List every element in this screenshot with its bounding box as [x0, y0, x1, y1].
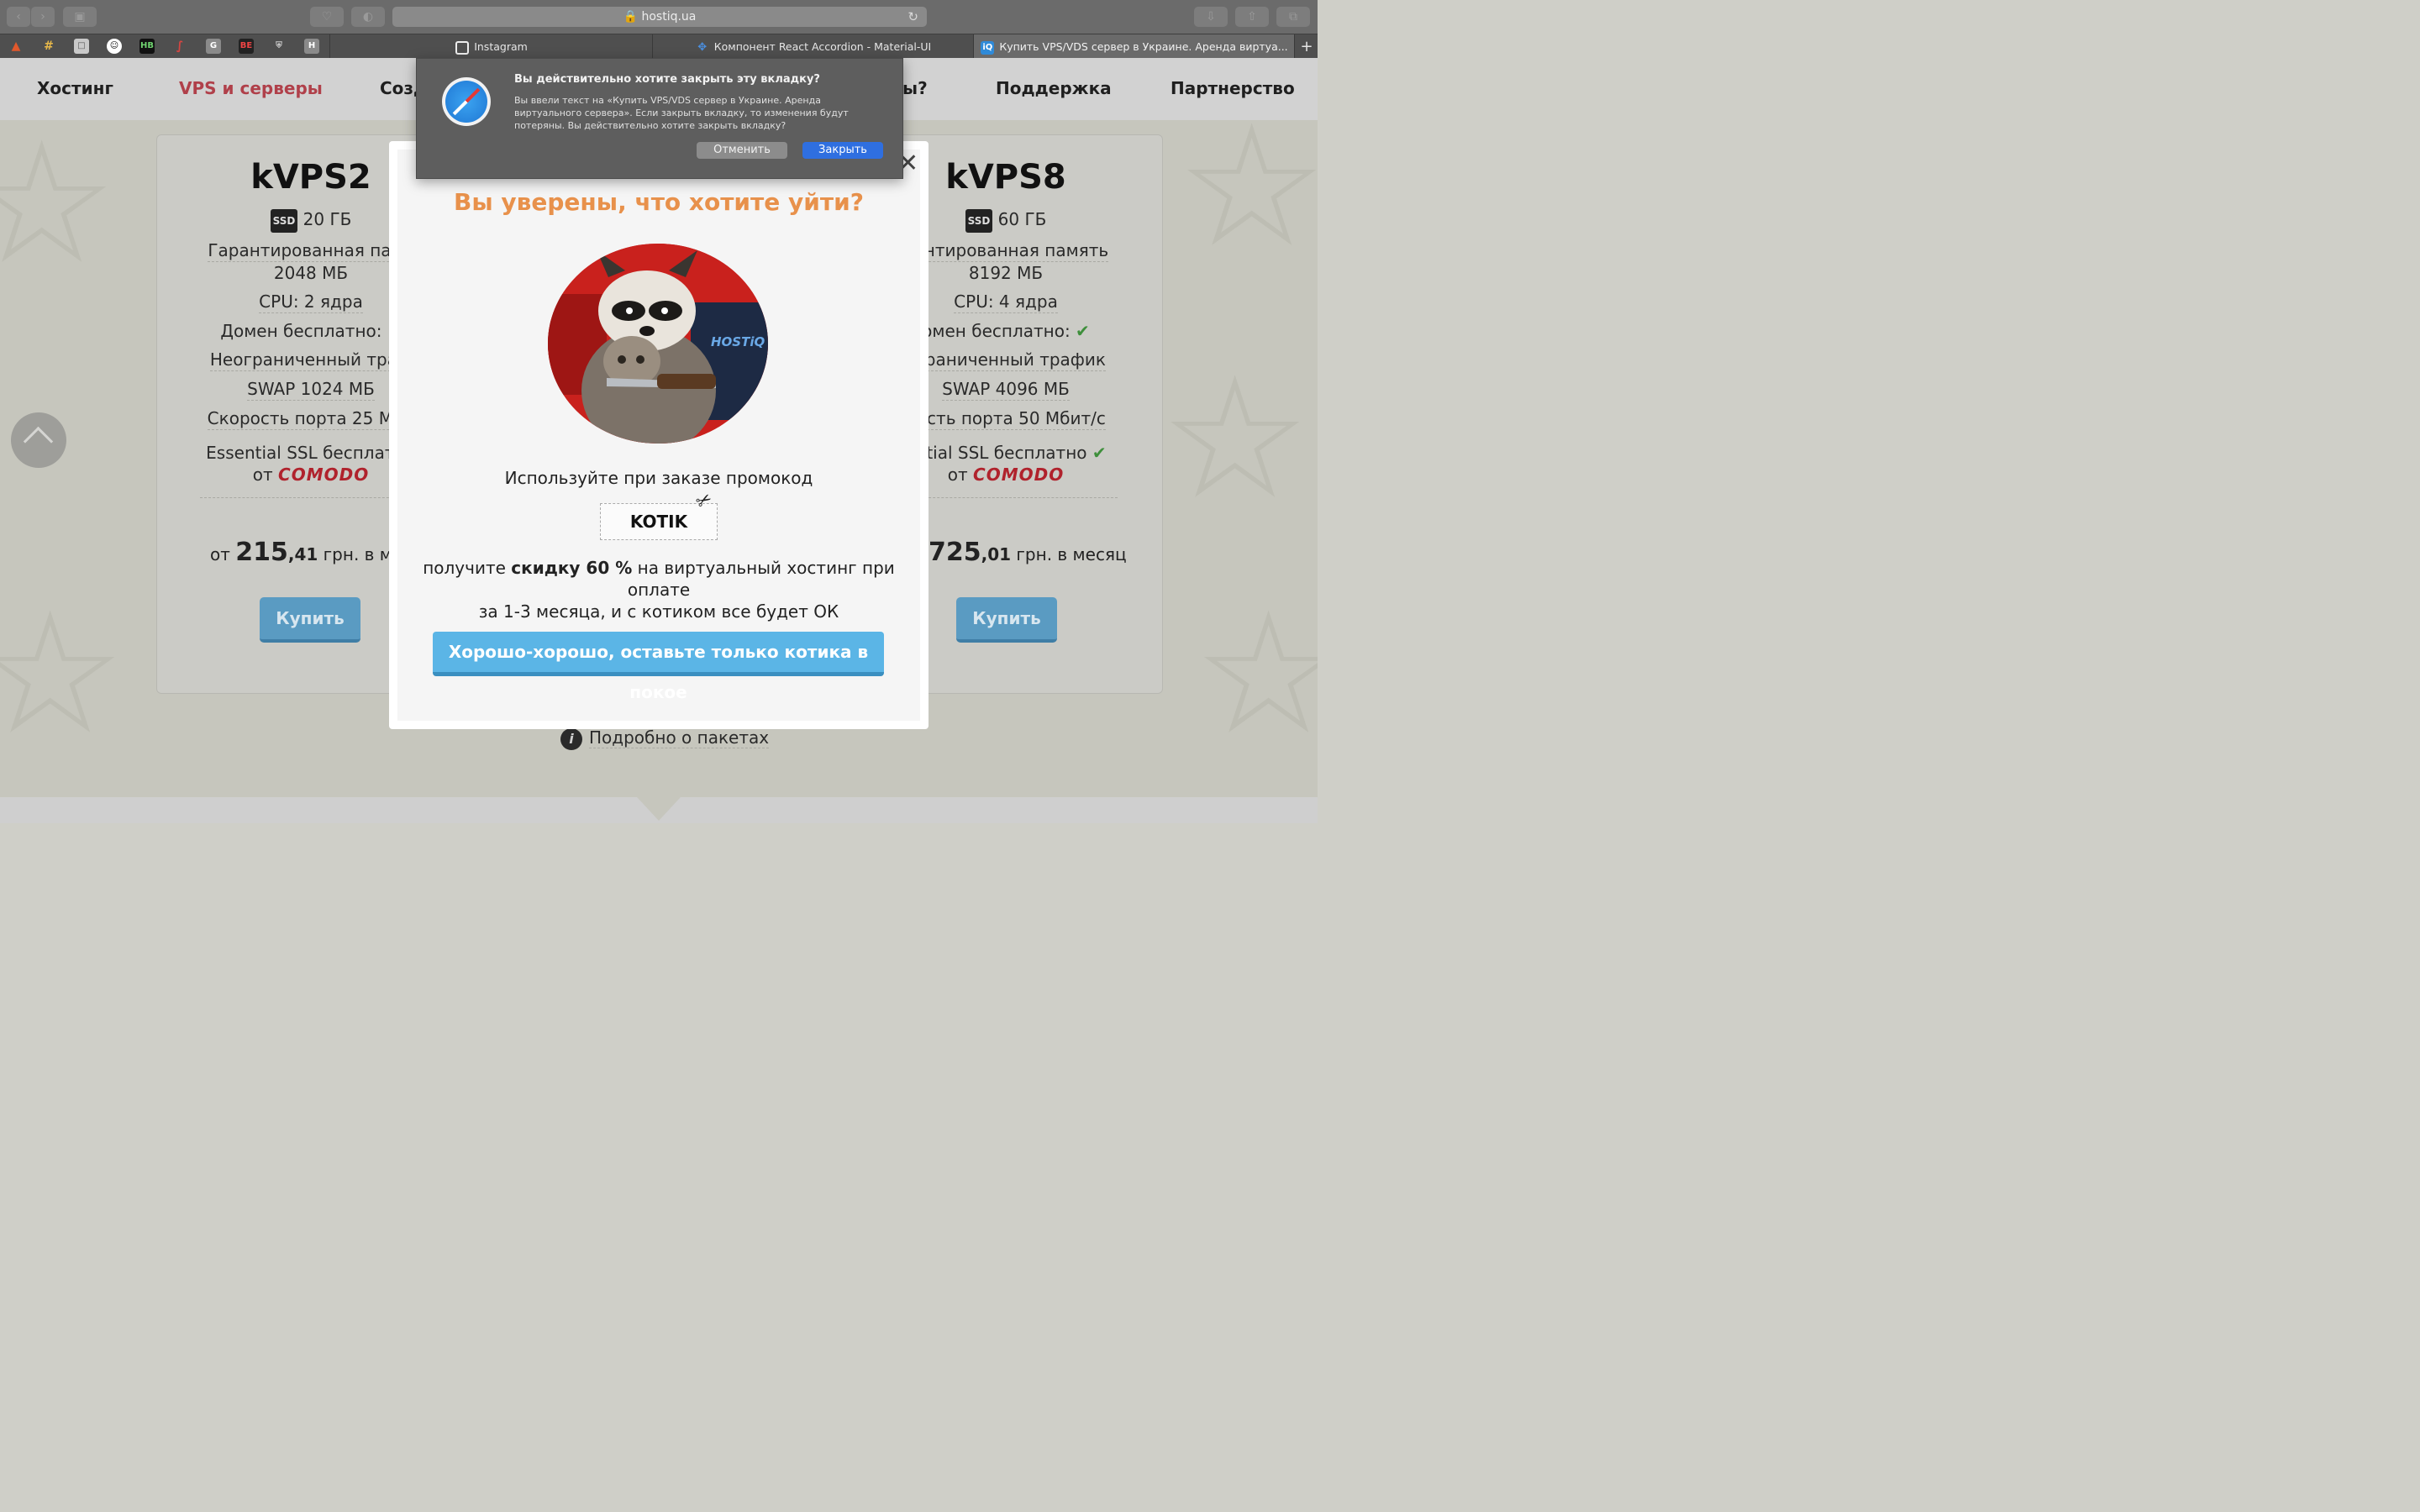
privacy-icon[interactable]: ◐: [351, 7, 385, 27]
price-frac: ,41: [287, 544, 318, 564]
alert-title: Вы действительно хотите закрыть эту вкла…: [514, 73, 820, 86]
stay-button[interactable]: Хорошо-хорошо, оставьте только котика в …: [433, 632, 884, 702]
url-text: hostiq.ua: [641, 10, 697, 24]
memory-value: 8192 МБ: [968, 262, 1044, 283]
price-int: 215: [235, 538, 288, 567]
gitlab-icon[interactable]: ▲: [8, 39, 24, 54]
traffic: Неограниченный траф: [209, 349, 413, 371]
star-decoration: ☆: [1193, 576, 1318, 772]
share-icon[interactable]: ⇧: [1235, 7, 1269, 27]
scribd-icon[interactable]: ∫: [172, 39, 187, 54]
memory-label: Гарантированная памя: [208, 239, 414, 262]
store-icon[interactable]: ⛨: [271, 39, 287, 54]
back-button[interactable]: ‹: [7, 7, 30, 27]
alert-confirm-button[interactable]: Закрыть: [802, 142, 883, 159]
address-bar[interactable]: 🔒 hostiq.ua ↻: [392, 7, 927, 27]
footer-notch: [637, 797, 681, 821]
g-icon[interactable]: G: [206, 39, 221, 54]
modal-title: Вы уверены, что хотите уйти?: [454, 188, 864, 216]
domain-label: Домен бесплатно:: [220, 320, 382, 341]
price-frac: ,01: [981, 544, 1012, 564]
buy-kvps8-button[interactable]: Купить: [956, 597, 1057, 643]
instagram-icon: [455, 40, 470, 55]
swap: SWAP 4096 МБ: [942, 378, 1070, 401]
nav-partners[interactable]: Партнерство: [1171, 78, 1295, 98]
github-icon[interactable]: ☺: [107, 39, 122, 54]
discount-pre: получите: [423, 558, 506, 578]
info-icon: i: [560, 727, 582, 750]
memory-value: 2048 МБ: [273, 262, 349, 283]
plan-kvps2-price: от 215,41 грн. в мес: [210, 538, 412, 567]
comodo-logo: COMODO: [973, 464, 1065, 485]
comodo-logo: COMODO: [278, 464, 370, 485]
close-tab-alert: Вы действительно хотите закрыть эту вкла…: [416, 58, 903, 179]
buy-kvps2-button[interactable]: Купить: [260, 597, 360, 643]
tab-bar: ▲ # □ ☺ HB ∫ G BE ⛨ H Instagram ✥ Компоне…: [0, 34, 1318, 59]
port-speed: рость порта 50 Мбит/с: [906, 407, 1106, 430]
star-decoration: ☆: [1160, 341, 1311, 537]
slack-icon[interactable]: #: [41, 39, 56, 54]
be-icon[interactable]: BE: [239, 39, 254, 54]
check-icon: ✔: [1092, 442, 1107, 463]
safari-icon: [442, 77, 491, 126]
promo-intro: Используйте при заказе промокод: [504, 468, 813, 488]
tab-label: Купить VPS/VDS сервер в Украине. Аренда …: [999, 40, 1288, 53]
more-info-text: Подробно о пакетах: [589, 727, 770, 748]
more-info-link[interactable]: i Подробно о пакетах: [560, 727, 770, 750]
hostiq-logo: HOSTiQ: [711, 334, 765, 349]
docs-icon[interactable]: □: [74, 39, 89, 54]
download-icon[interactable]: ⇩: [1194, 7, 1228, 27]
tabs-overview-icon[interactable]: ⧉: [1276, 7, 1310, 27]
port-speed: Скорость порта 25 Мби: [207, 407, 415, 430]
shield-icon[interactable]: ♡: [310, 7, 344, 27]
tab-material-ui[interactable]: ✥ Компонент React Accordion - Material-UI: [652, 34, 974, 59]
cpu: CPU: 4 ядра: [954, 291, 1058, 313]
h-icon[interactable]: H: [304, 39, 319, 54]
tab-hostiq[interactable]: iQ Купить VPS/VDS сервер в Украине. Аренд…: [973, 34, 1295, 59]
scroll-up-button[interactable]: [11, 412, 66, 468]
price-prefix: от: [210, 544, 230, 564]
material-ui-icon: ✥: [697, 40, 708, 54]
memory-label: рантированная память: [902, 239, 1109, 262]
traffic: ограниченный трафик: [906, 349, 1106, 371]
discount-bold: скидку 60 %: [511, 558, 633, 578]
reload-icon[interactable]: ↻: [908, 7, 918, 27]
discount-line2: за 1-3 месяца, и с котиком все будет ОК: [478, 601, 839, 622]
nav-vps[interactable]: VPS и серверы: [179, 78, 323, 98]
tab-label: Instagram: [474, 40, 528, 53]
ssl-from: от: [252, 464, 273, 485]
lock-icon: 🔒: [623, 10, 639, 24]
ssl-from: от: [947, 464, 968, 485]
tab-instagram[interactable]: Instagram: [329, 34, 653, 59]
alert-message: Вы ввели текст на «Купить VPS/VDS сервер…: [514, 95, 849, 131]
nav-faq[interactable]: ы?: [902, 78, 928, 98]
raccoon-image: HOSTiQ: [548, 244, 768, 444]
tab-label: Компонент React Accordion - Material-UI: [713, 40, 932, 53]
sidebar-toggle-icon[interactable]: ▣: [63, 7, 97, 27]
hb-icon[interactable]: HB: [139, 39, 155, 54]
divider: [200, 497, 402, 498]
nav-hosting[interactable]: Хостинг: [37, 78, 113, 98]
domain-label: омен бесплатно:: [922, 320, 1071, 341]
hostiq-icon: iQ: [981, 40, 995, 55]
plan-kvps8-price: 725,01 грн. в месяц: [929, 538, 1127, 567]
new-tab-button[interactable]: +: [1294, 34, 1318, 59]
star-decoration: ☆: [0, 576, 126, 772]
discount-post: на виртуальный хостинг при оплате: [627, 558, 895, 600]
check-icon: ✔: [1076, 320, 1090, 341]
price-suffix: грн. в месяц: [1016, 544, 1127, 564]
nav-support[interactable]: Поддержка: [996, 78, 1112, 98]
alert-cancel-button[interactable]: Отменить: [697, 142, 787, 159]
ssl-label: ential SSL бесплатно: [905, 442, 1087, 463]
ssl-label: Essential SSL бесплатно: [206, 442, 416, 463]
forward-button[interactable]: ›: [31, 7, 55, 27]
swap: SWAP 1024 МБ: [247, 378, 375, 401]
divider: [916, 497, 1118, 498]
price-int: 725: [929, 538, 981, 567]
browser-toolbar: ‹ › ▣ ♡ ◐ 🔒 hostiq.ua ↻ ⇩ ⇧ ⧉: [0, 0, 1318, 34]
cpu: CPU: 2 ядра: [259, 291, 363, 313]
discount-text: получите скидку 60 % на виртуальный хост…: [398, 557, 919, 622]
